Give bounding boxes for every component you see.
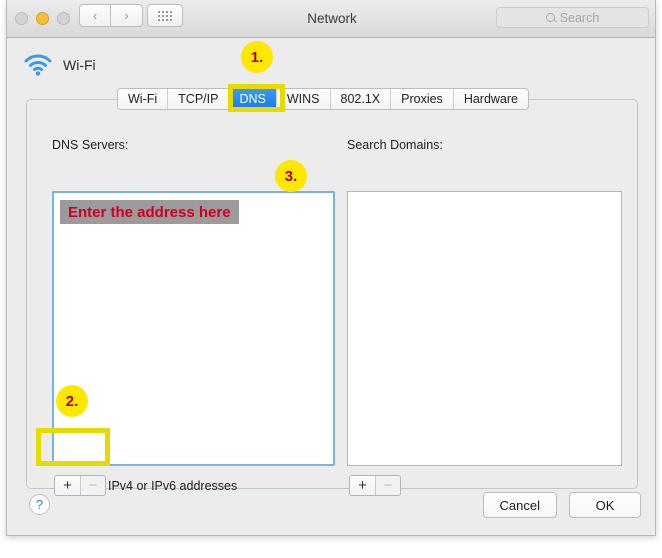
remove-dns-server-button[interactable]: − bbox=[80, 476, 105, 495]
tab-proxies[interactable]: Proxies bbox=[391, 89, 454, 109]
search-domains-label: Search Domains: bbox=[347, 138, 443, 152]
tab-8021x[interactable]: 802.1X bbox=[330, 89, 392, 109]
search-field[interactable]: Search bbox=[496, 7, 649, 28]
tab-tcpip[interactable]: TCP/IP bbox=[168, 89, 230, 109]
wifi-icon bbox=[23, 54, 53, 76]
window-titlebar: ‹ › Network Search bbox=[7, 0, 655, 38]
screen: ‹ › Network Search Wi-Fi Wi-Fi TCP/IP DN… bbox=[0, 0, 662, 558]
search-placeholder: Search bbox=[559, 10, 600, 25]
add-dns-server-button[interactable]: + bbox=[55, 476, 80, 495]
search-domains-list[interactable] bbox=[347, 191, 622, 466]
ip-address-hint: IPv4 or IPv6 addresses bbox=[108, 479, 238, 493]
annotation-highlight-dns-tab bbox=[228, 84, 285, 112]
dns-server-entry-row[interactable]: Enter the address here bbox=[60, 200, 239, 224]
dns-servers-add-remove-control: + − bbox=[54, 475, 106, 496]
search-domains-add-remove-control: + − bbox=[349, 475, 401, 496]
tab-hardware[interactable]: Hardware bbox=[453, 89, 528, 109]
dns-servers-label: DNS Servers: bbox=[52, 138, 129, 152]
search-icon bbox=[545, 13, 555, 22]
tab-wifi[interactable]: Wi-Fi bbox=[118, 89, 169, 109]
ok-button[interactable]: OK bbox=[569, 492, 641, 518]
dns-servers-list[interactable]: Enter the address here bbox=[52, 191, 335, 466]
help-button[interactable]: ? bbox=[29, 494, 50, 515]
add-search-domain-button[interactable]: + bbox=[350, 476, 375, 495]
annotation-badge-2: 2. bbox=[56, 385, 88, 417]
settings-tabbar: Wi-Fi TCP/IP DNS WINS 802.1X Proxies Har… bbox=[117, 88, 529, 110]
annotation-badge-3: 3. bbox=[275, 160, 307, 192]
service-name-label: Wi-Fi bbox=[63, 57, 96, 73]
remove-search-domain-button[interactable]: − bbox=[375, 476, 400, 495]
annotation-highlight-add-button bbox=[36, 428, 110, 466]
annotation-badge-1: 1. bbox=[241, 41, 273, 73]
cancel-button[interactable]: Cancel bbox=[482, 492, 557, 518]
dns-server-entry-text: Enter the address here bbox=[68, 203, 231, 221]
service-header: Wi-Fi bbox=[23, 54, 96, 76]
